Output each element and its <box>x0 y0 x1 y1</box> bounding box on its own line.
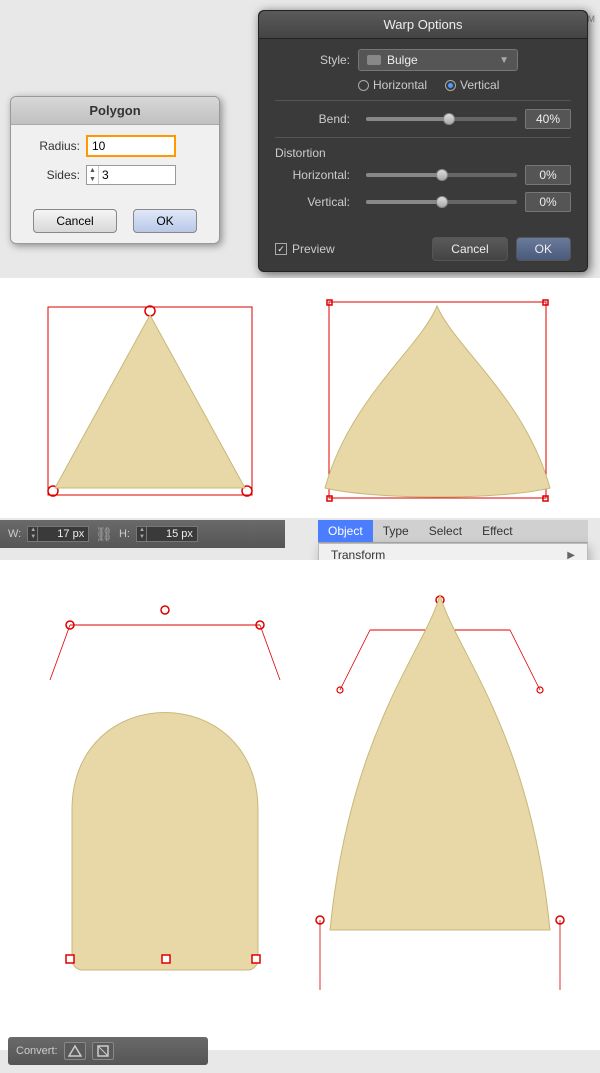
warp-vertical-distort-slider[interactable] <box>366 200 517 204</box>
warp-horizontal-distort-row: Horizontal: 0% <box>275 165 571 185</box>
polygon-dialog: Polygon Radius: Sides: ▲ ▼ Cancel OK <box>10 96 220 244</box>
wh-toolbar: W: ▲ ▼ ⛓ H: ▲ ▼ <box>0 520 285 548</box>
sides-row: Sides: ▲ ▼ <box>25 165 205 185</box>
vertical-label: Vertical <box>460 78 499 92</box>
polygon-ok-button[interactable]: OK <box>133 209 196 233</box>
spin-down-arrow[interactable]: ▼ <box>89 175 96 184</box>
warp-bend-value: 40% <box>525 109 571 129</box>
warp-style-label: Style: <box>275 53 350 67</box>
warp-bend-slider[interactable] <box>366 117 517 121</box>
lower-canvas <box>0 560 600 1050</box>
warp-style-row: Style: Bulge ▼ <box>275 49 571 71</box>
polygon-dialog-title: Polygon <box>11 97 219 125</box>
warp-horizontal-distort-value: 0% <box>525 165 571 185</box>
vertical-radio[interactable] <box>445 80 456 91</box>
convert-anchor-btn[interactable] <box>64 1042 86 1060</box>
warp-distortion-label: Distortion <box>275 146 571 160</box>
warp-vertical-distort-label: Vertical: <box>275 195 350 209</box>
w-spin-input: ▲ ▼ <box>27 526 89 542</box>
polygon-dialog-buttons: Cancel OK <box>11 203 219 243</box>
w-label: W: <box>8 528 21 540</box>
menu-transform-arrow: ▶ <box>567 550 575 561</box>
horizontal-radio-label[interactable]: Horizontal <box>358 78 427 92</box>
h-spin-input: ▲ ▼ <box>136 526 198 542</box>
h-label: H: <box>119 528 130 540</box>
preview-checkbox[interactable]: ✓ <box>275 243 287 255</box>
right-triangle-container <box>315 288 565 521</box>
warp-dialog-footer: ✓ Preview Cancel OK <box>259 231 587 271</box>
warp-dialog-title: Warp Options <box>259 11 587 39</box>
h-input[interactable] <box>146 526 198 542</box>
menu-item-type[interactable]: Type <box>373 520 419 542</box>
warp-orientation-row: Horizontal Vertical <box>358 78 571 92</box>
sides-input-container: ▲ ▼ <box>86 165 176 185</box>
sides-spinner[interactable]: ▲ ▼ <box>87 166 99 184</box>
warp-style-value: Bulge <box>387 53 418 67</box>
menu-top-bar: Object Type Select Effect <box>318 520 588 543</box>
warp-horizontal-distort-label: Horizontal: <box>275 168 350 182</box>
convert-label: Convert: <box>16 1045 58 1057</box>
warp-vertical-distort-row: Vertical: 0% <box>275 192 571 212</box>
warp-bend-row: Bend: 40% <box>275 109 571 129</box>
convert-corner-btn[interactable] <box>92 1042 114 1060</box>
convert-anchor-icon <box>68 1044 82 1058</box>
warp-horizontal-distort-slider[interactable] <box>366 173 517 177</box>
warp-preview-check[interactable]: ✓ Preview <box>275 242 424 256</box>
bulge-icon <box>367 55 381 65</box>
lower-left-svg <box>20 580 310 1020</box>
upper-canvas <box>0 278 600 518</box>
vertical-radio-label[interactable]: Vertical <box>445 78 499 92</box>
convert-corner-icon <box>96 1044 110 1058</box>
menu-item-object[interactable]: Object <box>318 520 373 542</box>
menu-item-select[interactable]: Select <box>419 520 472 542</box>
w-input[interactable] <box>37 526 89 542</box>
horizontal-radio[interactable] <box>358 80 369 91</box>
warp-separator-2 <box>275 137 571 138</box>
warp-bend-label: Bend: <box>275 112 350 126</box>
sides-label: Sides: <box>25 168 80 182</box>
polygon-cancel-button[interactable]: Cancel <box>33 209 116 233</box>
sides-input[interactable] <box>99 166 159 184</box>
warp-style-dropdown-arrow: ▼ <box>499 55 509 66</box>
horizontal-label: Horizontal <box>373 78 427 92</box>
convert-toolbar: Convert: <box>8 1037 208 1065</box>
warp-style-select[interactable]: Bulge ▼ <box>358 49 518 71</box>
warp-separator-1 <box>275 100 571 101</box>
left-triangle-container <box>25 293 275 516</box>
radius-label: Radius: <box>25 139 80 153</box>
radius-row: Radius: <box>25 135 205 157</box>
preview-label: Preview <box>292 242 335 256</box>
radius-input[interactable] <box>86 135 176 157</box>
left-triangle-svg <box>25 293 275 513</box>
warp-cancel-button[interactable]: Cancel <box>432 237 507 261</box>
spin-up-arrow[interactable]: ▲ <box>89 166 96 175</box>
right-triangle-svg <box>315 288 565 518</box>
menu-item-effect[interactable]: Effect <box>472 520 522 542</box>
warp-vertical-distort-value: 0% <box>525 192 571 212</box>
warp-ok-button[interactable]: OK <box>516 237 571 261</box>
lower-right-svg <box>310 570 590 1030</box>
link-icon: ⛓ <box>95 526 113 543</box>
warp-dialog: Warp Options Style: Bulge ▼ Horizontal V… <box>258 10 588 272</box>
